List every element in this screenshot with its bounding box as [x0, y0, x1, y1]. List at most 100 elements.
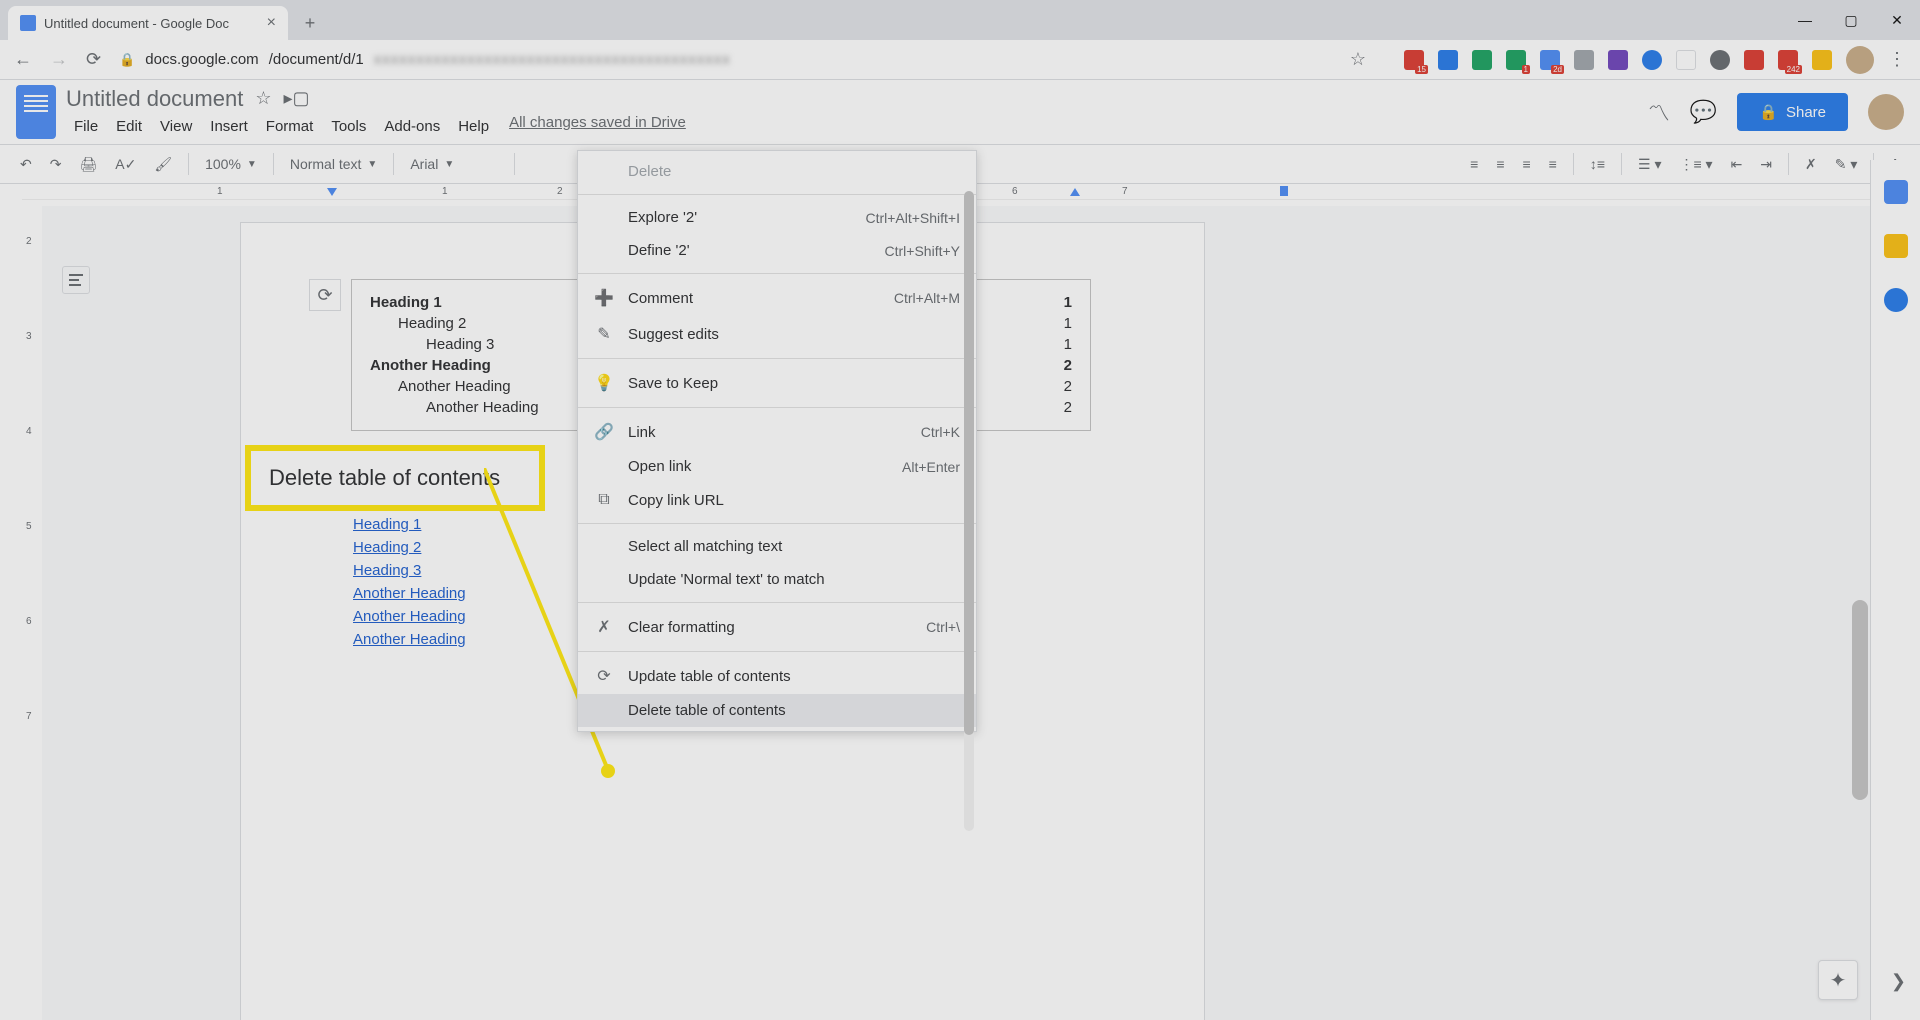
context-menu-item[interactable]: 💡Save to Keep — [578, 365, 976, 401]
star-icon[interactable]: ☆ — [255, 88, 271, 109]
align-center-button[interactable]: ≡ — [1490, 152, 1510, 176]
comments-icon[interactable]: 💬 — [1690, 99, 1717, 125]
account-avatar[interactable] — [1868, 94, 1904, 130]
style-select[interactable]: Normal text▼ — [284, 156, 383, 172]
align-justify-button[interactable]: ≡ — [1543, 152, 1563, 176]
share-button[interactable]: 🔒 Share — [1737, 93, 1848, 131]
close-window-button[interactable]: ✕ — [1874, 0, 1920, 40]
context-menu-item[interactable]: ➕CommentCtrl+Alt+M — [578, 280, 976, 316]
align-left-button[interactable]: ≡ — [1464, 152, 1484, 176]
ext-icon[interactable] — [1438, 50, 1458, 70]
line-spacing-button[interactable]: ↕≡ — [1584, 152, 1611, 176]
increase-indent-button[interactable]: ⇥ — [1754, 152, 1778, 177]
context-menu-separator — [578, 602, 976, 603]
ext-icon[interactable] — [1608, 50, 1628, 70]
context-menu-item[interactable]: Open linkAlt+Enter — [578, 450, 976, 483]
redo-button[interactable]: ↷ — [44, 152, 68, 177]
context-menu-item[interactable]: Delete table of contents — [578, 694, 976, 727]
menu-view[interactable]: View — [152, 114, 200, 139]
ext-icon[interactable]: 242 — [1778, 50, 1798, 70]
url-box[interactable]: 🔒 docs.google.com/document/d/1xxxxxxxxxx… — [119, 51, 879, 68]
undo-button[interactable]: ↶ — [14, 152, 38, 177]
side-panel-collapse-icon[interactable]: ❯ — [1891, 971, 1906, 992]
back-button[interactable]: ← — [14, 49, 32, 70]
browser-menu-icon[interactable]: ⋮ — [1888, 49, 1906, 70]
new-tab-button[interactable]: + — [296, 9, 324, 37]
toc-link[interactable]: Another Heading — [353, 628, 466, 651]
spellcheck-button[interactable]: A✓ — [109, 152, 142, 177]
context-menu-item[interactable]: Explore '2'Ctrl+Alt+Shift+I — [578, 201, 976, 234]
context-menu-item[interactable]: ✎Suggest edits — [578, 316, 976, 352]
callout-label: Delete table of contents — [245, 445, 545, 511]
ext-icon[interactable]: 15 — [1404, 50, 1424, 70]
toc-link[interactable]: Heading 2 — [353, 536, 466, 559]
toc-refresh-button[interactable]: ⟳ — [309, 279, 341, 311]
indent-marker[interactable] — [1070, 188, 1080, 196]
menu-addons[interactable]: Add-ons — [376, 114, 448, 139]
vertical-ruler[interactable]: 2 3 4 5 6 7 — [22, 206, 42, 1020]
context-menu-item[interactable]: Update 'Normal text' to match — [578, 563, 976, 596]
paint-format-button[interactable]: 🖌 — [148, 152, 178, 177]
context-menu-item[interactable]: ⧉Copy link URL — [578, 483, 976, 517]
menu-file[interactable]: File — [66, 114, 106, 139]
tasks-icon[interactable] — [1884, 288, 1908, 312]
activity-icon[interactable]: 〽 — [1648, 96, 1670, 128]
bookmark-icon[interactable]: ☆ — [1350, 49, 1366, 70]
ext-icon[interactable] — [1812, 50, 1832, 70]
toc-link[interactable]: Heading 1 — [353, 513, 466, 536]
ext-icon[interactable] — [1676, 50, 1696, 70]
maximize-button[interactable]: ▢ — [1828, 0, 1874, 40]
context-menu-item[interactable]: Define '2'Ctrl+Shift+Y — [578, 234, 976, 267]
ext-icon[interactable] — [1710, 50, 1730, 70]
indent-marker[interactable] — [327, 188, 337, 196]
ext-icon[interactable]: 1 — [1506, 50, 1526, 70]
bulleted-list-button[interactable]: ⋮≡ ▾ — [1673, 152, 1718, 177]
menu-item-icon: 💡 — [594, 373, 614, 393]
docs-logo-icon[interactable] — [16, 85, 56, 139]
ext-icon[interactable] — [1642, 50, 1662, 70]
context-menu-scrollbar[interactable] — [964, 191, 974, 831]
lock-icon: 🔒 — [1759, 103, 1778, 121]
menu-tools[interactable]: Tools — [323, 114, 374, 139]
forward-button[interactable]: → — [50, 49, 68, 70]
clear-format-button[interactable]: ✗ — [1799, 152, 1823, 177]
close-tab-icon[interactable]: × — [267, 14, 276, 32]
menu-insert[interactable]: Insert — [202, 114, 256, 139]
profile-avatar[interactable] — [1846, 46, 1874, 74]
menu-item-icon: ⧉ — [594, 491, 614, 509]
reload-button[interactable]: ⟳ — [86, 49, 101, 70]
align-right-button[interactable]: ≡ — [1516, 152, 1536, 176]
ext-icon[interactable] — [1472, 50, 1492, 70]
toc-links[interactable]: Heading 1Heading 2Heading 3Another Headi… — [353, 513, 466, 651]
move-icon[interactable]: ▸▢ — [283, 88, 309, 109]
menu-help[interactable]: Help — [450, 114, 497, 139]
context-menu-item[interactable]: ⟳Update table of contents — [578, 658, 976, 694]
right-margin-marker[interactable] — [1280, 186, 1288, 196]
decrease-indent-button[interactable]: ⇤ — [1725, 152, 1749, 177]
menu-edit[interactable]: Edit — [108, 114, 150, 139]
minimize-button[interactable]: — — [1782, 0, 1828, 40]
save-status[interactable]: All changes saved in Drive — [509, 114, 686, 139]
ext-icon[interactable] — [1574, 50, 1594, 70]
url-path: /document/d/1 — [269, 51, 364, 68]
menu-format[interactable]: Format — [258, 114, 322, 139]
context-menu-item[interactable]: ✗Clear formattingCtrl+\ — [578, 609, 976, 645]
ext-icon[interactable] — [1744, 50, 1764, 70]
font-select[interactable]: Arial▼ — [404, 156, 504, 172]
numbered-list-button[interactable]: ☰ ▾ — [1632, 152, 1667, 177]
toc-link[interactable]: Heading 3 — [353, 559, 466, 582]
toc-link[interactable]: Another Heading — [353, 605, 466, 628]
page-scrollbar[interactable] — [1852, 220, 1868, 1000]
outline-toggle-button[interactable] — [62, 266, 90, 294]
toc-link[interactable]: Another Heading — [353, 582, 466, 605]
context-menu-item[interactable]: 🔗LinkCtrl+K — [578, 414, 976, 450]
document-title[interactable]: Untitled document — [66, 86, 243, 112]
keep-icon[interactable] — [1884, 234, 1908, 258]
zoom-select[interactable]: 100%▼ — [199, 156, 263, 172]
editing-mode-button[interactable]: ✎ ▾ — [1829, 152, 1864, 177]
context-menu-item[interactable]: Select all matching text — [578, 530, 976, 563]
browser-tab[interactable]: Untitled document - Google Doc × — [8, 6, 288, 40]
ext-icon[interactable]: 2d — [1540, 50, 1560, 70]
calendar-icon[interactable] — [1884, 180, 1908, 204]
print-button[interactable]: 🖨 — [73, 152, 103, 177]
